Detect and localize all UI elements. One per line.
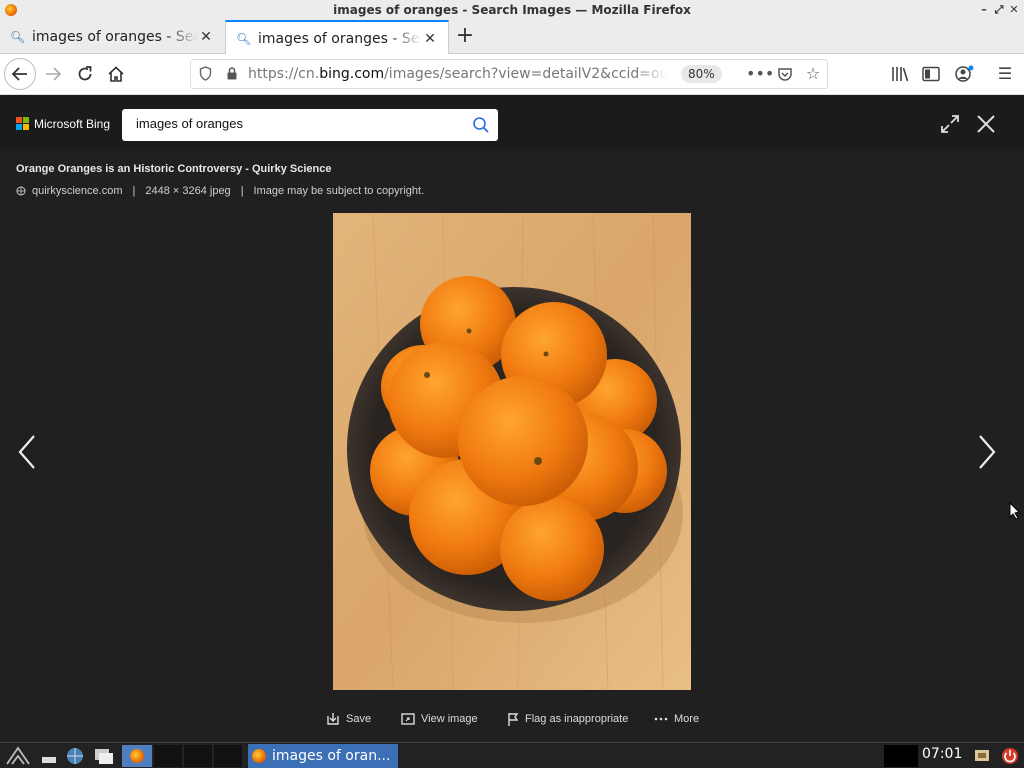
logo-blue-square xyxy=(16,124,22,130)
more-dots-icon xyxy=(654,717,668,721)
save-button[interactable]: Save xyxy=(326,710,371,728)
window-controls: – ⤢ ✕ xyxy=(978,0,1020,20)
pocket-icon[interactable] xyxy=(775,64,795,84)
home-button[interactable] xyxy=(101,59,131,89)
more-label: More xyxy=(674,713,700,725)
url-path: /images/search?view=detailV2&ccid=ou0 xyxy=(384,66,668,82)
zoom-level-button[interactable]: 80% xyxy=(681,65,722,83)
expand-icon[interactable] xyxy=(939,113,961,135)
close-window-icon[interactable]: ✕ xyxy=(1008,4,1020,16)
file-manager-icon[interactable] xyxy=(92,745,116,767)
tracking-shield-icon[interactable] xyxy=(199,66,213,82)
workspace-3[interactable] xyxy=(214,745,242,767)
page-actions-icon[interactable]: ••• xyxy=(746,64,774,84)
workspace-1[interactable] xyxy=(154,745,182,767)
search-icon: 🔍︎ xyxy=(10,30,26,44)
start-menu-icon[interactable] xyxy=(4,745,32,767)
flag-inappropriate-button[interactable]: Flag as inappropriate xyxy=(507,710,628,728)
url-bar[interactable]: https://cn.bing.com/images/search?view=d… xyxy=(190,59,828,89)
search-icon: 🔍︎ xyxy=(236,31,252,46)
window-title: images of oranges - Search Images — Mozi… xyxy=(333,3,691,17)
lock-icon[interactable] xyxy=(226,66,238,82)
logo-red-square xyxy=(16,117,22,123)
show-desktop-icon[interactable] xyxy=(38,745,60,767)
bing-brand-text[interactable]: Microsoft Bing xyxy=(34,115,110,133)
power-icon[interactable] xyxy=(1000,745,1020,767)
hamburger-menu-icon[interactable]: ☰ xyxy=(992,59,1018,89)
search-input[interactable] xyxy=(136,116,456,131)
back-button[interactable] xyxy=(4,58,36,90)
arrow-left-icon xyxy=(11,67,27,81)
logo-green-square xyxy=(23,117,29,123)
account-icon[interactable] xyxy=(951,59,977,89)
close-tab-icon[interactable]: ✕ xyxy=(198,29,214,45)
reload-button[interactable] xyxy=(70,59,100,89)
mouse-cursor-icon xyxy=(1009,501,1020,519)
flag-icon xyxy=(508,713,519,726)
save-label: Save xyxy=(346,713,372,725)
previous-image-arrow-icon[interactable] xyxy=(14,430,42,474)
network-icon[interactable] xyxy=(972,745,992,767)
meta-separator: | xyxy=(132,185,136,197)
image-source-link[interactable]: quirkyscience.com xyxy=(32,185,122,197)
firefox-icon xyxy=(252,749,266,763)
firefox-icon xyxy=(130,749,144,763)
maximize-icon[interactable]: ⤢ xyxy=(993,4,1005,16)
forward-button[interactable] xyxy=(38,59,68,89)
url-domain: bing.com xyxy=(319,66,385,82)
tab-images-of-oranges-2[interactable]: 🔍︎ images of oranges - Search Images ✕ xyxy=(225,20,449,55)
minimize-icon[interactable]: – xyxy=(978,4,990,16)
home-icon xyxy=(108,66,124,82)
view-image-label: View image xyxy=(421,713,478,725)
tab-images-of-oranges-1[interactable]: 🔍︎ images of oranges - Search Images ✕ xyxy=(0,20,224,54)
window-titlebar: images of oranges - Search Images — Mozi… xyxy=(0,0,1024,20)
close-tab-icon[interactable]: ✕ xyxy=(422,31,438,47)
url-prefix: https://cn. xyxy=(248,66,320,82)
taskbar-window-label: images of oran... xyxy=(272,748,391,764)
clock[interactable]: 07:01 xyxy=(922,746,962,762)
library-icon[interactable] xyxy=(887,59,913,89)
firefox-launcher[interactable] xyxy=(122,745,152,767)
sidebar-icon[interactable] xyxy=(918,59,944,89)
reload-icon xyxy=(78,66,92,81)
image-dimensions: 2448 × 3264 jpeg xyxy=(145,185,231,197)
new-tab-button[interactable]: + xyxy=(452,24,478,50)
microsoft-logo[interactable] xyxy=(16,117,30,131)
tab-label: images of oranges - Search Images xyxy=(32,29,198,45)
view-image-icon xyxy=(401,713,415,725)
save-icon xyxy=(327,713,339,725)
meta-separator: | xyxy=(240,185,244,197)
firefox-icon xyxy=(5,4,17,16)
tab-strip: 🔍︎ images of oranges - Search Images ✕ 🔍… xyxy=(0,20,1024,55)
copyright-notice: Image may be subject to copyright. xyxy=(253,185,425,197)
taskbar-firefox-window[interactable]: images of oran... xyxy=(248,744,398,768)
workspace-2[interactable] xyxy=(184,745,212,767)
bookmark-star-icon[interactable]: ☆ xyxy=(803,64,823,84)
search-box xyxy=(122,109,498,141)
url-text[interactable]: https://cn.bing.com/images/search?view=d… xyxy=(248,66,668,82)
web-browser-icon[interactable] xyxy=(64,745,86,767)
view-image-button[interactable]: View image xyxy=(401,710,478,728)
bing-header: Microsoft Bing xyxy=(0,95,1024,151)
search-icon[interactable] xyxy=(472,116,490,134)
logo-yellow-square xyxy=(23,124,29,130)
image-title[interactable]: Orange Oranges is an Historic Controvers… xyxy=(16,163,331,175)
oranges-bowl-image[interactable] xyxy=(333,213,691,690)
taskbar: images of oran... 07:01 xyxy=(0,742,1024,768)
navigation-toolbar: https://cn.bing.com/images/search?view=d… xyxy=(0,54,1024,95)
system-tray-box xyxy=(884,745,918,767)
flag-label: Flag as inappropriate xyxy=(525,713,629,725)
globe-icon xyxy=(16,186,26,196)
close-icon[interactable] xyxy=(975,113,997,135)
arrow-right-icon xyxy=(46,67,62,81)
tab-label: images of oranges - Search Images xyxy=(258,30,422,47)
image-meta: quirkyscience.com | 2448 × 3264 jpeg | I… xyxy=(16,185,424,197)
more-button[interactable]: More xyxy=(654,710,699,728)
next-image-arrow-icon[interactable] xyxy=(972,430,1000,474)
